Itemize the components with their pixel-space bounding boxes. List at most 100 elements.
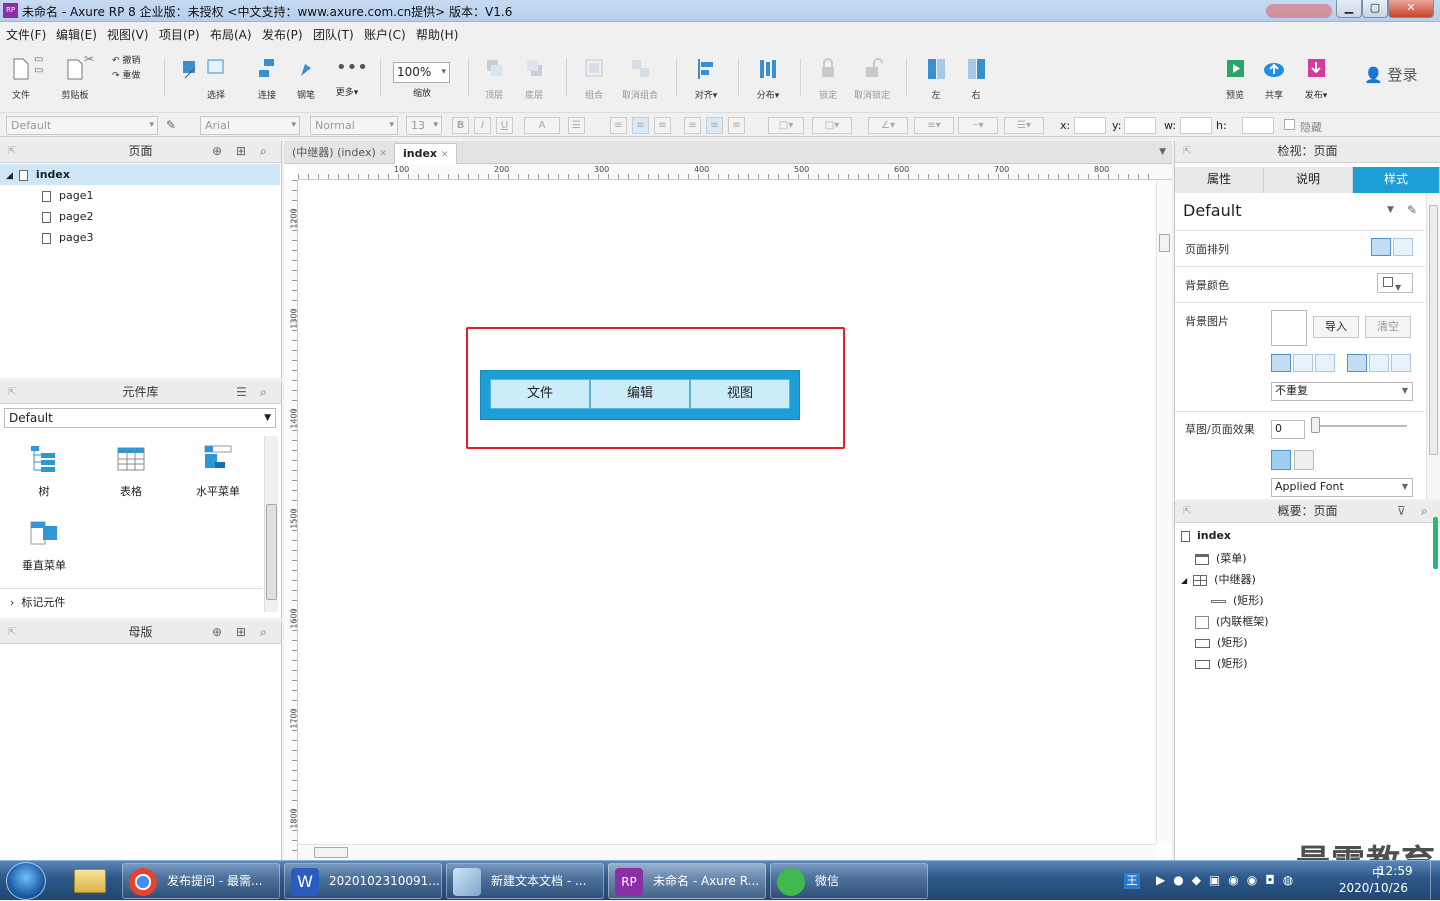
font-weight-select[interactable]: Normal [310, 116, 398, 135]
page-item-page3[interactable]: page3 [0, 227, 280, 248]
menu-item-file[interactable]: 文件 [490, 379, 590, 409]
chevron-down-icon[interactable]: ▼ [1387, 205, 1394, 215]
outline-item[interactable]: ◢ (中继器) [1181, 571, 1256, 587]
expand-triangle-icon[interactable]: ◢ [1181, 576, 1187, 585]
widget-table[interactable]: 表格 [101, 444, 161, 499]
add-folder-icon[interactable]: ⊞ [236, 622, 246, 643]
close-icon[interactable]: ✕ [379, 149, 387, 159]
canvas-vertical-scrollbar[interactable] [1156, 180, 1172, 844]
sketch-value-input[interactable]: 0 [1271, 420, 1305, 439]
search-icon[interactable]: ⌕ [260, 622, 267, 643]
preview-button[interactable]: 预览 [1222, 44, 1248, 101]
menu-layout[interactable]: 布局(A) [210, 26, 252, 43]
valign-middle-icon[interactable]: ≡ [706, 117, 723, 134]
y-input[interactable] [1124, 117, 1156, 134]
page-item-page1[interactable]: page1 [0, 185, 280, 206]
style-select[interactable]: Default [6, 116, 158, 135]
align-center-icon[interactable]: ≡ [632, 117, 649, 134]
color-mode-icon[interactable] [1271, 450, 1291, 470]
outline-scroll-indicator[interactable] [1433, 517, 1438, 569]
unlock-button[interactable]: 取消锁定 [852, 44, 892, 101]
tab-properties[interactable]: 属性 [1175, 167, 1264, 193]
group-button[interactable]: 组合 [580, 44, 608, 101]
bold-button[interactable]: B [452, 117, 469, 134]
image-align-bottom-icon[interactable] [1391, 354, 1411, 372]
align-button[interactable]: 对齐▾ [690, 44, 722, 101]
shadow-button[interactable]: □▾ [812, 117, 852, 134]
add-master-icon[interactable]: ⊕ [212, 622, 222, 643]
tab-style[interactable]: 样式 [1353, 167, 1440, 193]
outline-item[interactable]: (矩形) [1195, 634, 1248, 650]
more-button[interactable]: ••• 更多▾ [330, 44, 368, 98]
menu-item-view[interactable]: 视图 [690, 379, 790, 409]
bg-image-preview[interactable] [1271, 310, 1307, 346]
align-center-icon[interactable] [1393, 238, 1413, 256]
maximize-button[interactable]: ▢ [1362, 0, 1388, 18]
applied-font-select[interactable]: Applied Font ▼ [1271, 478, 1413, 497]
search-icon[interactable]: ⌕ [260, 141, 267, 162]
horizontal-menu-widget[interactable]: 文件 编辑 视图 [480, 370, 800, 420]
menu-icon[interactable]: ☰ [236, 382, 247, 403]
line-width-button[interactable]: ≡▾ [914, 117, 954, 134]
publish-button[interactable]: 发布▾ [1300, 44, 1332, 101]
font-select[interactable]: Arial [200, 116, 300, 135]
italic-button[interactable]: I [474, 117, 491, 134]
taskbar-item-chrome[interactable]: 发布提问 - 最需... [122, 863, 280, 899]
menu-file[interactable]: 文件(F) [6, 26, 46, 43]
menu-team[interactable]: 团队(T) [313, 26, 354, 43]
right-pane-toggle[interactable]: 右 [964, 44, 988, 101]
image-align-top-icon[interactable] [1347, 354, 1367, 372]
close-icon[interactable]: ✕ [441, 150, 449, 160]
align-right-icon[interactable]: ≡ [654, 117, 671, 134]
w-input[interactable] [1180, 117, 1212, 134]
menu-help[interactable]: 帮助(H) [416, 26, 458, 43]
underline-button[interactable]: U [496, 117, 513, 134]
filter-icon[interactable]: ⊽ [1397, 501, 1406, 522]
collapse-icon[interactable]: ⇱ [8, 382, 16, 403]
edit-style-icon[interactable]: ✎ [166, 118, 176, 132]
outline-item[interactable]: (矩形) [1195, 655, 1248, 671]
explorer-pinned[interactable] [64, 864, 114, 898]
left-pane-toggle[interactable]: 左 [924, 44, 948, 101]
scroll-thumb[interactable] [266, 504, 277, 600]
edit-style-icon[interactable]: ✎ [1407, 203, 1417, 217]
design-canvas[interactable]: 100 200 300 400 500 600 700 800 1200 130… [284, 164, 1172, 860]
sketch-slider-track[interactable] [1315, 425, 1407, 427]
bring-to-top-button[interactable]: 顶层 [480, 44, 508, 101]
widget-vertical-menu[interactable]: 垂直菜单 [14, 518, 74, 573]
h-input[interactable] [1242, 117, 1274, 134]
undo-button[interactable]: ↶ 撤销 [112, 54, 140, 69]
system-tray-icons[interactable]: ▶●◆▣◉◉◘◍ [1156, 873, 1336, 891]
outline-item[interactable]: (内联框架) [1195, 613, 1269, 629]
menu-account[interactable]: 账户(C) [364, 26, 406, 43]
tabs-dropdown-icon[interactable]: ▼ [1159, 147, 1166, 157]
connect-button[interactable]: 连接 [252, 44, 282, 101]
widget-tree[interactable]: 树 [14, 444, 74, 499]
image-align-left-icon[interactable] [1271, 354, 1291, 372]
search-icon[interactable]: ⌕ [1421, 501, 1428, 522]
library-scrollbar[interactable] [264, 436, 278, 612]
canvas-horizontal-scrollbar[interactable] [298, 844, 1156, 860]
clock-date[interactable]: 2020/10/26 [1339, 881, 1408, 895]
align-left-icon[interactable]: ≡ [610, 117, 627, 134]
outline-item[interactable]: (菜单) [1195, 550, 1247, 566]
expand-triangle-icon[interactable]: ◢ [6, 171, 13, 181]
search-icon[interactable]: ⌕ [260, 382, 267, 403]
library-select[interactable]: Default ▼ [4, 408, 276, 428]
valign-bottom-icon[interactable]: ≡ [728, 117, 745, 134]
distribute-button[interactable]: 分布▾ [752, 44, 784, 101]
select-button[interactable]: 选择 [202, 44, 230, 101]
menu-item-edit[interactable]: 编辑 [590, 379, 690, 409]
inspector-scrollbar[interactable] [1426, 193, 1440, 499]
minimize-button[interactable]: ▁ [1336, 0, 1362, 18]
scroll-thumb[interactable] [1429, 205, 1438, 455]
page-item-page2[interactable]: page2 [0, 206, 280, 227]
import-button[interactable]: 导入 [1313, 316, 1359, 338]
tab-repeater[interactable]: (中继器) (index) ✕ [284, 143, 395, 164]
scroll-thumb[interactable] [314, 847, 348, 858]
pointer-mode-button[interactable] [178, 44, 202, 88]
image-align-right-icon[interactable] [1315, 354, 1335, 372]
font-color-button[interactable]: A [524, 117, 560, 134]
collapse-icon[interactable]: ⇱ [1183, 141, 1191, 162]
tab-notes[interactable]: 说明 [1264, 167, 1353, 193]
